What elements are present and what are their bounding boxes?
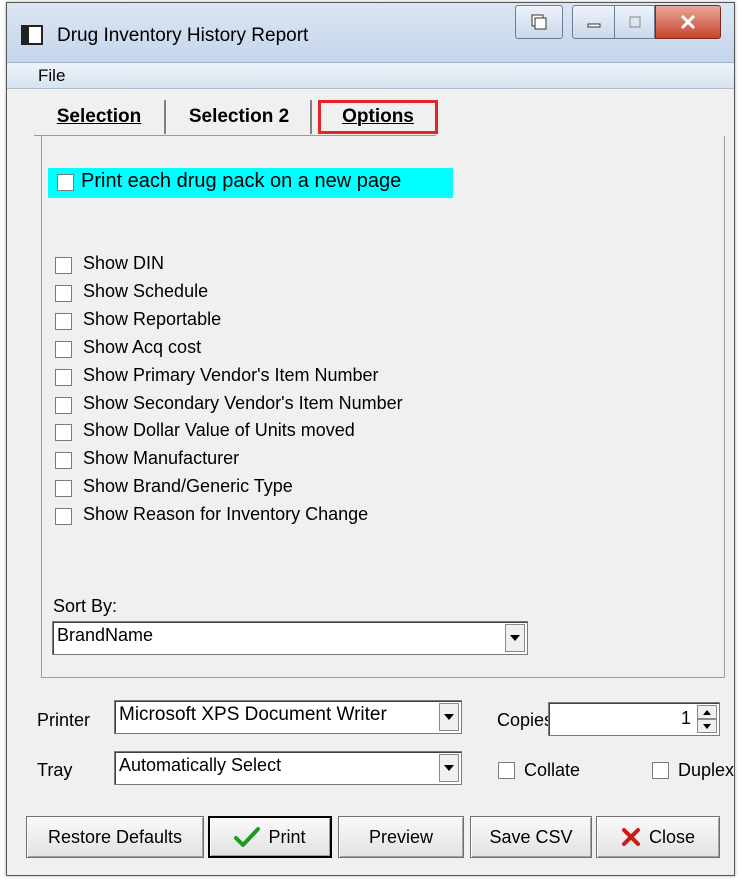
menu-file[interactable]: File (38, 66, 65, 86)
copies-label: Copies (497, 710, 554, 730)
show-acq-cost-checkbox[interactable] (55, 341, 72, 358)
close-button[interactable]: Close (596, 816, 720, 858)
window-title: Drug Inventory History Report (57, 25, 309, 46)
show-reason-checkbox[interactable] (55, 508, 72, 525)
window-icon (21, 25, 43, 45)
printer-value: Microsoft XPS Document Writer (119, 704, 387, 725)
chevron-down-icon[interactable] (439, 703, 459, 731)
show-manufacturer-checkbox[interactable] (55, 452, 72, 469)
show-primary-vendor-label: Show Primary Vendor's Item Number (83, 365, 379, 385)
menu-bar: File (7, 63, 734, 89)
print-new-page-checkbox[interactable] (57, 174, 74, 191)
preview-button[interactable]: Preview (338, 816, 464, 858)
collate-checkbox[interactable] (498, 762, 515, 779)
tray-value: Automatically Select (119, 755, 282, 775)
sort-by-select[interactable]: BrandName (52, 621, 528, 655)
collate-label: Collate (524, 760, 581, 780)
tray-select[interactable]: Automatically Select (114, 751, 462, 785)
copies-value: 1 (680, 708, 691, 728)
show-dollar-value-label: Show Dollar Value of Units moved (83, 420, 355, 440)
show-brand-generic-checkbox[interactable] (55, 480, 72, 497)
duplex-label: Duplex (678, 760, 735, 780)
tab-options-label: Options (342, 106, 414, 127)
print-label: Print (268, 826, 306, 847)
show-acq-cost-label: Show Acq cost (83, 337, 202, 357)
spin-down-icon[interactable] (697, 719, 717, 733)
minimize-button[interactable] (572, 5, 615, 39)
show-schedule-checkbox[interactable] (55, 285, 72, 302)
save-csv-button[interactable]: Save CSV (470, 816, 592, 858)
checkmark-icon (234, 826, 261, 848)
tab-selection-label: Selection (56, 106, 142, 127)
spin-up-icon[interactable] (697, 705, 717, 719)
tab-selection-2[interactable]: Selection 2 (168, 100, 312, 134)
title-bar[interactable]: Drug Inventory History Report (7, 3, 734, 63)
show-primary-vendor-checkbox[interactable] (55, 369, 72, 386)
printer-select[interactable]: Microsoft XPS Document Writer (114, 700, 462, 734)
printer-label: Printer (37, 710, 91, 730)
duplex-checkbox[interactable] (652, 762, 669, 779)
close-x-icon (621, 827, 641, 847)
show-secondary-vendor-checkbox[interactable] (55, 397, 72, 414)
sort-by-label: Sort By: (53, 596, 118, 616)
restore-defaults-button[interactable]: Restore Defaults (26, 816, 204, 858)
chevron-down-icon[interactable] (439, 754, 459, 782)
preview-label: Preview (368, 826, 434, 847)
show-reason-label: Show Reason for Inventory Change (83, 504, 369, 524)
show-reportable-label: Show Reportable (83, 309, 222, 329)
show-secondary-vendor-label: Show Secondary Vendor's Item Number (83, 393, 403, 413)
tray-label: Tray (37, 760, 73, 780)
show-manufacturer-label: Show Manufacturer (83, 448, 240, 468)
tab-options[interactable]: Options (318, 100, 438, 134)
show-dollar-value-checkbox[interactable] (55, 424, 72, 441)
copies-stepper[interactable]: 1 (548, 702, 720, 736)
close-label: Close (648, 826, 696, 847)
print-new-page-label: Print each drug pack on a new page (81, 170, 402, 192)
copies-spin-buttons[interactable] (697, 705, 717, 733)
window-close-button[interactable] (655, 5, 721, 39)
tab-selection-2-label: Selection 2 (188, 106, 290, 127)
show-din-label: Show DIN (83, 253, 165, 273)
show-schedule-label: Show Schedule (83, 281, 209, 301)
print-button[interactable]: Print (208, 816, 332, 858)
show-brand-generic-label: Show Brand/Generic Type (83, 476, 293, 496)
tab-selection[interactable]: Selection (34, 100, 166, 134)
restore-window-button[interactable] (515, 5, 563, 39)
maximize-button[interactable] (615, 5, 655, 39)
restore-defaults-label: Restore Defaults (47, 826, 183, 847)
save-csv-label: Save CSV (489, 826, 573, 847)
sort-by-value: BrandName (57, 625, 154, 645)
chevron-down-icon[interactable] (505, 624, 525, 652)
show-reportable-checkbox[interactable] (55, 313, 72, 330)
show-din-checkbox[interactable] (55, 257, 72, 274)
